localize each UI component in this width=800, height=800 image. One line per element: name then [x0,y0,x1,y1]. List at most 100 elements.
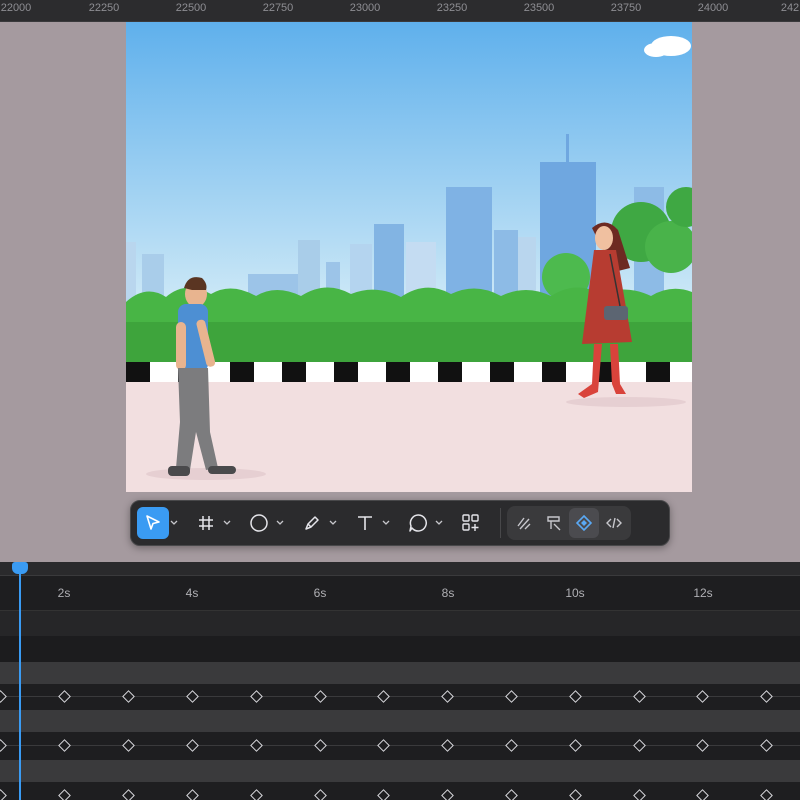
timeline-track-header[interactable] [0,662,800,684]
keyframe-diamond[interactable] [314,789,327,800]
time-label: 2s [57,586,71,600]
keyframe-diamond[interactable] [186,789,199,800]
chevron-down-icon[interactable] [381,507,391,539]
timeline-track-header[interactable] [0,710,800,732]
time-label: 6s [313,586,327,600]
keyframe-diamond[interactable] [441,739,454,752]
keyframe-diamond[interactable] [0,789,7,800]
keyframe-diamond[interactable] [505,739,518,752]
ruler-label: 22750 [262,2,294,14]
ruler-label: 23000 [349,2,381,14]
timeline-track[interactable] [0,610,800,636]
keyframe-diamond[interactable] [122,739,135,752]
playhead-line[interactable] [19,562,21,800]
keyframe-diamond[interactable] [58,690,71,703]
keyframe-diamond[interactable] [122,690,135,703]
artboard-scene[interactable] [126,22,692,492]
comment-tool[interactable] [402,507,444,539]
keyframe-diamond[interactable] [441,789,454,800]
ruler-label: 23250 [436,2,468,14]
text-t-icon[interactable] [349,507,381,539]
keyframe-diamond[interactable] [58,739,71,752]
timeline-track-header[interactable] [0,760,800,782]
street-scene-illustration [126,22,692,492]
chevron-down-icon[interactable] [328,507,338,539]
design-mode-brush-icon[interactable] [539,508,569,538]
assets-tool[interactable] [455,507,487,539]
keyframe-diamond[interactable] [569,789,582,800]
chevron-down-icon[interactable] [434,507,444,539]
keyframe-diamond[interactable] [569,739,582,752]
keyframe-diamond[interactable] [569,690,582,703]
keyframe-diamond[interactable] [0,739,7,752]
frame-tool[interactable] [190,507,232,539]
text-tool[interactable] [349,507,391,539]
chevron-down-icon[interactable] [275,507,285,539]
keyframe-diamond[interactable] [505,789,518,800]
timeline-time-ruler[interactable]: 2s 4s 6s 8s 10s 12s [0,576,800,610]
horizontal-ruler: 22000 22250 22500 22750 23000 23250 2350… [0,0,800,22]
dev-mode-code-brackets-icon[interactable] [599,508,629,538]
keyframe-track[interactable] [0,782,800,800]
speech-bubble-icon[interactable] [402,507,434,539]
pointer-arrow-icon[interactable] [137,507,169,539]
keyframe-track[interactable] [0,732,800,760]
keyframe-diamond[interactable] [186,739,199,752]
pen-icon[interactable] [296,507,328,539]
toolbar-divider [500,508,501,538]
keyframe-diamond[interactable] [250,739,263,752]
keyframe-diamond[interactable] [58,789,71,800]
draw-mode-scribble-icon[interactable] [509,508,539,538]
keyframe-diamond[interactable] [760,690,773,703]
keyframe-diamond[interactable] [186,690,199,703]
keyframe-diamond[interactable] [696,739,709,752]
chevron-down-icon[interactable] [169,507,179,539]
ellipse-tool[interactable] [243,507,285,539]
keyframe-diamond[interactable] [250,789,263,800]
ruler-label: 22000 [0,2,32,14]
ruler-label: 242 [780,2,800,14]
keyframe-diamond[interactable] [633,690,646,703]
keyframe-diamond[interactable] [696,789,709,800]
ruler-label: 23750 [610,2,642,14]
keyframe-diamond[interactable] [250,690,263,703]
chevron-down-icon[interactable] [222,507,232,539]
ruler-label: 24000 [697,2,729,14]
keyframe-diamond[interactable] [377,690,390,703]
bottom-toolbar [130,500,670,546]
keyframe-diamond[interactable] [760,789,773,800]
keyframe-diamond[interactable] [633,739,646,752]
keyframe-diamond[interactable] [0,690,7,703]
time-label: 4s [185,586,199,600]
keyframe-diamond[interactable] [377,789,390,800]
keyframe-diamond[interactable] [760,739,773,752]
components-grid-plus-icon[interactable] [455,507,487,539]
keyframe-diamond[interactable] [377,739,390,752]
pen-tool[interactable] [296,507,338,539]
circle-icon[interactable] [243,507,275,539]
app-root: 22000 22250 22500 22750 23000 23250 2350… [0,0,800,800]
timeline-track[interactable] [0,636,800,662]
keyframe-diamond[interactable] [696,690,709,703]
keyframe-diamond[interactable] [314,690,327,703]
keyframe-diamond[interactable] [314,739,327,752]
mode-switcher [507,506,631,540]
keyframe-diamond[interactable] [441,690,454,703]
playhead-handle[interactable] [12,562,28,574]
canvas-stage[interactable] [0,22,800,562]
animate-mode-diamond-icon[interactable] [569,508,599,538]
ruler-label: 22250 [88,2,120,14]
timeline-scrub-bar[interactable] [0,562,800,576]
timeline-panel: 2s 4s 6s 8s 10s 12s [0,562,800,800]
time-label: 8s [441,586,455,600]
keyframe-diamond[interactable] [505,690,518,703]
select-tool[interactable] [137,507,179,539]
keyframe-track[interactable] [0,684,800,710]
ruler-label: 23500 [523,2,555,14]
keyframe-diamond[interactable] [122,789,135,800]
time-label: 10s [565,586,585,600]
frame-hash-icon[interactable] [190,507,222,539]
ruler-label: 22500 [175,2,207,14]
time-label: 12s [693,586,713,600]
keyframe-diamond[interactable] [633,789,646,800]
